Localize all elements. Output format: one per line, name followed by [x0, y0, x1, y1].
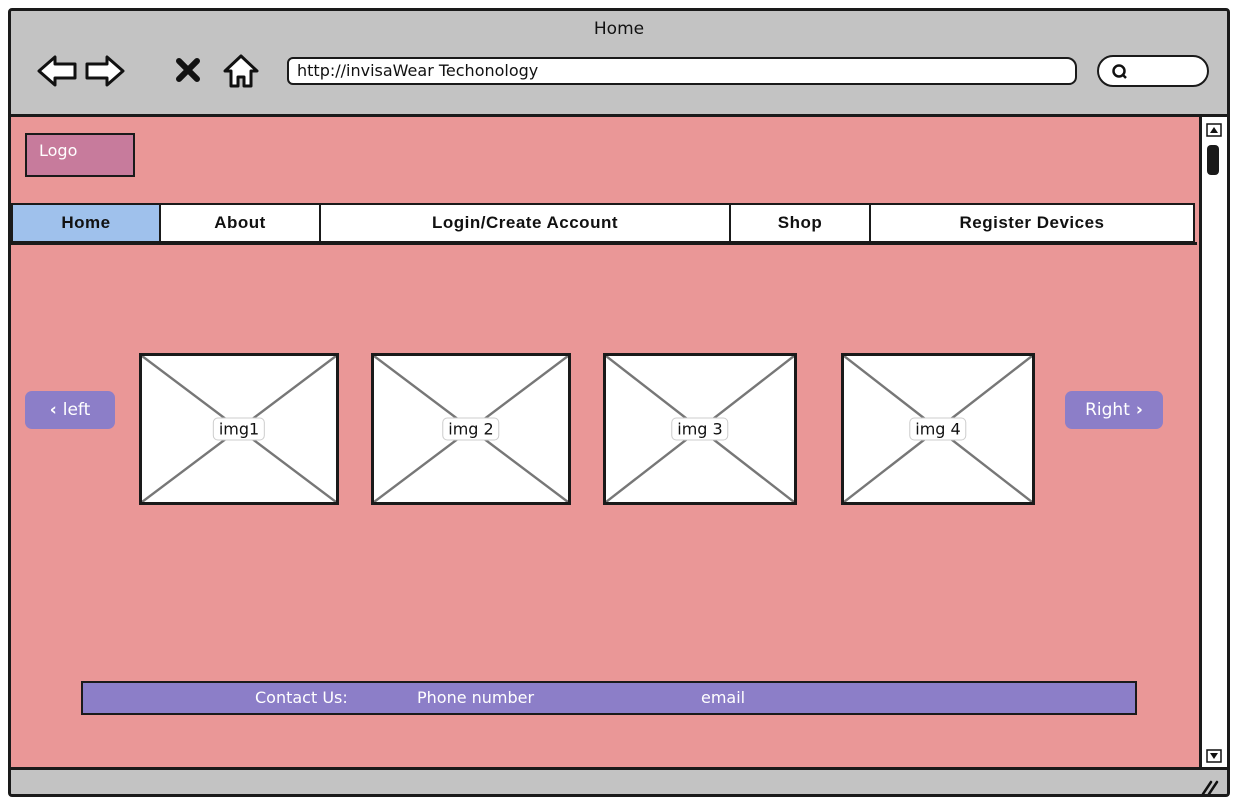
chevron-right-icon: ›	[1135, 400, 1143, 420]
main-navigation: Home About Login/Create Account Shop Reg…	[11, 203, 1197, 245]
carousel-left-button[interactable]: ‹ left	[25, 391, 115, 429]
carousel-image-3[interactable]: img 3	[603, 353, 797, 505]
page-content: Logo Home About Login/Create Account Sho…	[11, 117, 1199, 767]
resize-grip-icon[interactable]	[1199, 778, 1219, 796]
back-arrow-icon[interactable]	[35, 51, 79, 91]
status-bar	[11, 767, 1227, 796]
forward-arrow-icon[interactable]	[83, 51, 127, 91]
carousel-left-label: left	[62, 400, 91, 420]
contact-footer: Contact Us: Phone number email	[81, 681, 1137, 715]
close-icon[interactable]	[171, 51, 205, 91]
image-label: img 2	[442, 417, 500, 441]
scroll-thumb[interactable]	[1207, 145, 1219, 175]
phone-number-link[interactable]: Phone number	[417, 688, 534, 707]
email-link[interactable]: email	[701, 688, 745, 707]
nav-item-about[interactable]: About	[161, 203, 321, 243]
carousel-right-label: Right	[1085, 400, 1130, 420]
logo[interactable]: Logo	[25, 133, 135, 177]
window-title: Home	[593, 19, 645, 39]
home-icon[interactable]	[219, 51, 263, 91]
browser-window: Home http://invisaWear Techonology Logo …	[8, 8, 1230, 797]
contact-label: Contact Us:	[255, 688, 348, 707]
carousel-image-4[interactable]: img 4	[841, 353, 1035, 505]
carousel-image-2[interactable]: img 2	[371, 353, 571, 505]
url-bar[interactable]: http://invisaWear Techonology	[287, 57, 1077, 85]
nav-item-home[interactable]: Home	[11, 203, 161, 243]
image-label: img1	[212, 417, 266, 441]
browser-titlebar: Home http://invisaWear Techonology	[11, 11, 1227, 117]
image-label: img 3	[671, 417, 729, 441]
nav-item-shop[interactable]: Shop	[731, 203, 871, 243]
carousel-right-button[interactable]: Right ›	[1065, 391, 1163, 429]
nav-item-register-devices[interactable]: Register Devices	[871, 203, 1195, 243]
scroll-up-arrow-icon[interactable]	[1206, 123, 1222, 137]
chevron-left-icon: ‹	[49, 400, 57, 420]
vertical-scrollbar[interactable]	[1199, 117, 1227, 767]
image-label: img 4	[909, 417, 967, 441]
search-field[interactable]	[1097, 55, 1209, 87]
carousel-image-1[interactable]: img1	[139, 353, 339, 505]
search-icon	[1112, 64, 1127, 79]
scroll-down-arrow-icon[interactable]	[1206, 749, 1222, 763]
nav-item-login[interactable]: Login/Create Account	[321, 203, 731, 243]
